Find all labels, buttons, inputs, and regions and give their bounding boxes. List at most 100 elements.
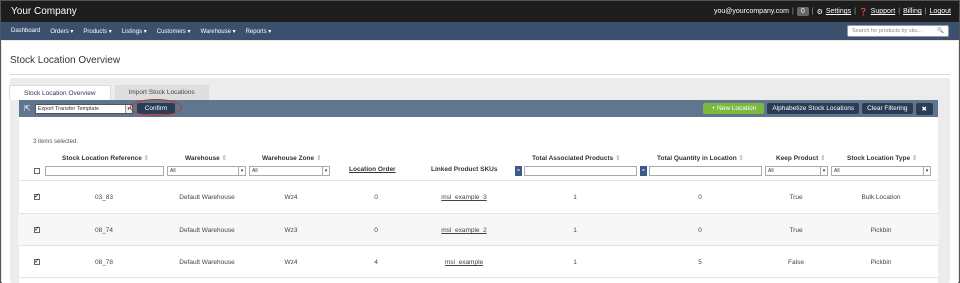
grid-toolbar: ⇱ Export Transfer Template ▾ Confirm + N…: [19, 99, 938, 117]
nav-reports[interactable]: Reports ▾: [246, 28, 272, 35]
logout-link[interactable]: Logout: [930, 8, 951, 15]
tab-import-stock-locations[interactable]: Import Stock Locations: [114, 85, 209, 100]
products-filter-input[interactable]: [524, 166, 637, 176]
billing-link[interactable]: Billing: [903, 8, 922, 15]
warehouse-filter-select[interactable]: All ▾: [167, 166, 246, 176]
sort-icon: ⇕: [221, 155, 228, 162]
product-search-input[interactable]: Search for products by sku... 🔍: [847, 25, 949, 37]
column-header-zone[interactable]: Warehouse Zone ⇕: [262, 154, 321, 162]
export-icon[interactable]: ⇱: [24, 104, 31, 113]
cell-products: 1: [573, 259, 577, 266]
products-filter-operator[interactable]: =: [515, 166, 522, 176]
column-label: Total Associated Products: [532, 155, 614, 162]
filter-value: All: [768, 168, 774, 174]
qty-filter-operator[interactable]: =: [640, 166, 647, 176]
column-header-order[interactable]: Location Order: [349, 166, 396, 173]
sort-icon: ⇕: [143, 155, 150, 162]
divider: |: [924, 8, 927, 15]
cell-qty: 5: [698, 259, 702, 266]
cell-products: 1: [573, 194, 577, 201]
cell-type: Bulk Location: [861, 194, 901, 201]
divider: [10, 74, 950, 75]
cell-order: 0: [374, 194, 378, 201]
cell-zone: Wz4: [284, 194, 298, 201]
notification-count-badge[interactable]: 0: [796, 7, 809, 16]
nav-customers[interactable]: Customers ▾: [157, 28, 191, 35]
new-location-button[interactable]: + New Location: [703, 103, 765, 114]
cell-sku-link[interactable]: msl_example_2: [441, 227, 487, 234]
keep-filter-select[interactable]: All ▾: [765, 166, 828, 176]
page-title: Stock Location Overview: [10, 55, 121, 66]
qty-filter-input[interactable]: [649, 166, 762, 176]
cell-order: 4: [374, 259, 378, 266]
cell-keep: True: [789, 194, 803, 201]
cell-reference: 03_83: [94, 194, 114, 201]
cell-qty: 0: [698, 194, 702, 201]
help-icon: ❓: [858, 8, 868, 16]
selection-status: 3 items selected.: [33, 139, 79, 145]
chevron-down-icon: ▾: [238, 167, 245, 175]
row-checkbox[interactable]: [34, 225, 40, 233]
cell-products: 1: [573, 227, 577, 234]
column-label: Total Quantity in Location: [657, 155, 737, 162]
filter-value: All: [834, 168, 840, 174]
column-label: Stock Location Reference: [62, 155, 142, 162]
divider: |: [898, 8, 901, 15]
nav-orders[interactable]: Orders ▾: [50, 28, 73, 35]
cell-sku-link[interactable]: msl_example_3: [441, 194, 487, 201]
top-bar: Your Company you@yourcompany.com | 0 | ⚙…: [1, 1, 959, 22]
nav-warehouse[interactable]: Warehouse ▾: [200, 28, 235, 35]
row-checkbox[interactable]: [34, 257, 40, 265]
account-email: you@yourcompany.com: [713, 8, 790, 15]
cell-zone: Wz4: [284, 259, 298, 266]
alphabetize-button[interactable]: Alphabetize Stock Locations: [767, 103, 860, 114]
row-checkbox[interactable]: [34, 192, 40, 200]
nav-dashboard[interactable]: Dashboard: [11, 28, 40, 35]
zone-filter-select[interactable]: All ▾: [249, 166, 330, 176]
column-label: Warehouse Zone: [262, 155, 315, 162]
template-select-value: Export Transfer Template: [37, 105, 100, 112]
brand-name: Your Company: [11, 6, 77, 17]
sort-icon: ⇕: [738, 155, 744, 162]
column-header-total-qty[interactable]: Total Quantity in Location ⇕: [657, 154, 744, 162]
main-content: Stock Location Overview Stock Location O…: [2, 41, 958, 283]
sort-icon: ⇕: [820, 155, 826, 162]
clear-filtering-button[interactable]: Clear Filtering: [862, 103, 913, 114]
wrench-icon[interactable]: ✖: [915, 102, 933, 115]
cell-warehouse: Default Warehouse: [179, 227, 235, 234]
settings-link[interactable]: Settings: [826, 8, 851, 15]
divider: |: [811, 8, 814, 15]
account-menu: you@yourcompany.com | 0 | ⚙ Settings | ❓…: [714, 7, 951, 16]
column-label: Keep Product: [776, 155, 819, 162]
select-all-checkbox[interactable]: [34, 168, 40, 174]
cell-zone: Wz3: [284, 227, 298, 234]
main-nav: Dashboard Orders ▾ Products ▾ Listings ▾…: [1, 22, 959, 40]
nav-products[interactable]: Products ▾: [83, 28, 111, 35]
cell-sku-link[interactable]: msl_example: [445, 259, 483, 266]
support-link[interactable]: Support: [871, 8, 896, 15]
reference-filter-input[interactable]: [45, 166, 164, 176]
column-header-type[interactable]: Stock Location Type ⇕: [847, 154, 917, 162]
divider: |: [792, 8, 794, 15]
chevron-down-icon: ▾: [923, 167, 930, 175]
column-label: Stock Location Type: [847, 155, 911, 162]
nav-listings[interactable]: Listings ▾: [122, 28, 147, 35]
cell-warehouse: Default Warehouse: [179, 194, 235, 201]
cell-order: 0: [374, 227, 378, 234]
template-select[interactable]: Export Transfer Template ▾: [34, 103, 133, 114]
column-header-warehouse[interactable]: Warehouse ⇕: [185, 154, 227, 162]
tab-stock-location-overview[interactable]: Stock Location Overview: [9, 85, 111, 100]
divider: [18, 245, 939, 246]
filter-value: All: [170, 168, 176, 174]
sort-icon: ⇕: [911, 155, 918, 162]
column-header-keep[interactable]: Keep Product ⇕: [776, 154, 826, 162]
filter-value: All: [252, 168, 258, 174]
column-header-reference[interactable]: Stock Location Reference ⇕: [62, 154, 149, 162]
type-filter-select[interactable]: All ▾: [831, 166, 931, 176]
stock-location-grid: ⇱ Export Transfer Template ▾ Confirm + N…: [19, 99, 938, 283]
divider: [18, 213, 939, 214]
highlight-circle: [129, 99, 182, 116]
divider: [18, 180, 939, 181]
search-icon[interactable]: 🔍: [937, 28, 944, 34]
column-header-total-products[interactable]: Total Associated Products ⇕: [532, 154, 621, 162]
